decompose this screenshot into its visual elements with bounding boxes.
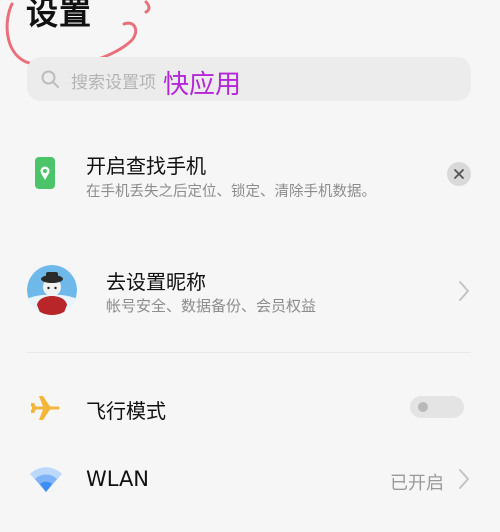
airplane-mode-toggle[interactable]: [410, 396, 464, 418]
find-phone-icon: [35, 157, 55, 189]
wlan-status: 已开启: [390, 473, 444, 494]
toggle-knob: [418, 402, 428, 412]
wlan-label: WLAN: [86, 467, 150, 491]
section-divider: [27, 352, 471, 353]
chevron-right-icon[interactable]: [458, 468, 470, 490]
dismiss-find-phone-button[interactable]: [447, 162, 471, 186]
find-phone-description: 在手机丢失之后定位、锁定、清除手机数据。: [86, 184, 376, 200]
chevron-right-icon[interactable]: [458, 280, 470, 302]
wifi-icon: [30, 467, 62, 492]
page-title: 设置: [26, 0, 93, 32]
close-icon: [454, 169, 464, 179]
account-description: 帐号安全、数据备份、会员权益: [106, 297, 317, 315]
search-bar[interactable]: 搜索设置项: [27, 57, 471, 101]
set-nickname-title[interactable]: 去设置昵称: [106, 266, 206, 295]
airplane-icon: [31, 396, 60, 420]
airplane-mode-label: 飞行模式: [86, 399, 166, 423]
search-placeholder: 搜索设置项: [71, 73, 156, 93]
search-icon: [41, 70, 59, 88]
search-annotation-text: 快应用: [163, 70, 242, 100]
find-phone-title[interactable]: 开启查找手机: [86, 150, 206, 179]
avatar[interactable]: [27, 265, 77, 315]
